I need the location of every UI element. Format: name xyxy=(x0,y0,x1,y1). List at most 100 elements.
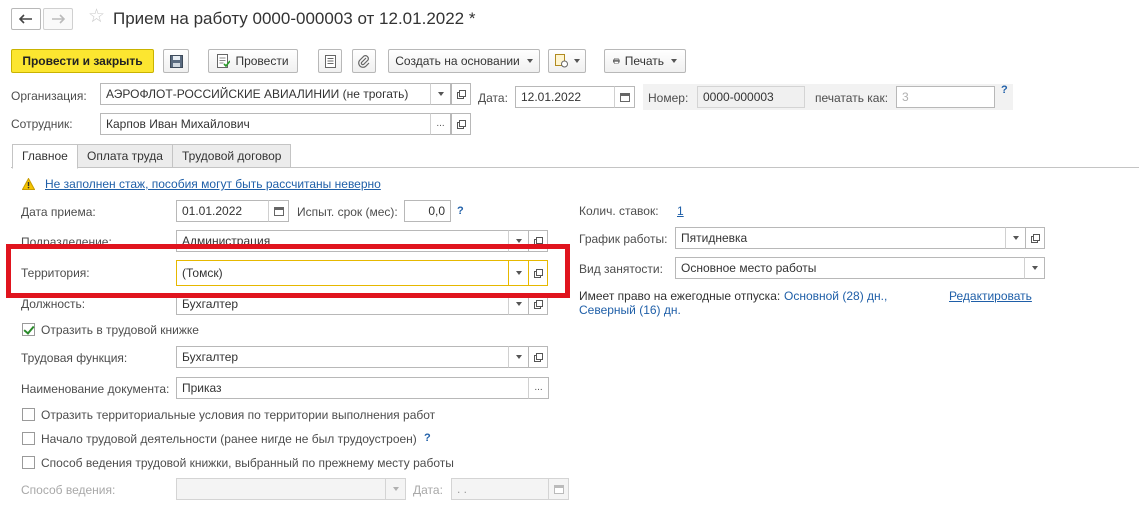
warning-icon xyxy=(22,178,35,190)
position-label: Должность: xyxy=(21,297,86,311)
arrow-left-icon xyxy=(19,14,32,24)
favorite-star-icon[interactable]: ☆ xyxy=(88,6,105,28)
chevron-down-icon xyxy=(1012,236,1019,240)
post-document-icon xyxy=(217,54,231,68)
method-date-label: Дата: xyxy=(413,483,443,497)
calendar-icon xyxy=(619,93,630,102)
number-field[interactable]: 0000-000003 xyxy=(697,86,805,108)
vacation-rights-line-2: Северный (16) дн. xyxy=(579,303,681,317)
employee-field[interactable]: Карпов Иван Михайлович xyxy=(100,113,431,135)
vacation-rights-prefix: Имеет право на ежегодные отпуска: xyxy=(579,289,781,303)
book-method-label: Способ ведения трудовой книжки, выбранны… xyxy=(41,456,454,470)
labor-function-dropdown-button[interactable] xyxy=(508,346,529,368)
create-based-on-button[interactable]: Создать на основании xyxy=(388,49,540,73)
hire-date-field[interactable]: 01.01.2022 xyxy=(176,200,269,222)
employee-select-button[interactable]: ... xyxy=(430,113,451,135)
save-button[interactable] xyxy=(163,49,189,73)
chevron-down-icon xyxy=(515,302,522,306)
back-button[interactable] xyxy=(11,8,41,30)
territorial-conditions-checkbox[interactable] xyxy=(22,408,35,421)
organization-field[interactable]: АЭРОФЛОТ-РОССИЙСКИЕ АВИАЛИНИИ (не трогат… xyxy=(100,83,431,105)
post-button-label: Провести xyxy=(235,54,289,68)
employment-type-field[interactable]: Основное место работы xyxy=(675,257,1025,279)
record-in-work-book-label: Отразить в трудовой книжке xyxy=(41,323,199,337)
documents-gear-icon xyxy=(554,54,568,68)
list-icon xyxy=(324,54,336,68)
print-button-label: Печать xyxy=(624,54,664,68)
probation-label: Испыт. срок (мес): xyxy=(297,205,398,219)
hire-date-calendar-button[interactable] xyxy=(268,200,289,222)
print-as-label: печатать как: xyxy=(815,91,889,105)
paperclip-icon xyxy=(358,54,370,68)
post-and-close-button[interactable]: Провести и закрыть xyxy=(11,49,154,73)
vacation-rights-line-1: Основной (28) дн., xyxy=(784,289,888,303)
employment-type-label: Вид занятости: xyxy=(579,262,663,276)
floppy-disk-icon xyxy=(169,54,183,68)
open-window-icon xyxy=(456,89,466,99)
method-date-calendar-button[interactable] xyxy=(548,478,569,500)
forward-button[interactable] xyxy=(43,8,73,30)
organization-label: Организация: xyxy=(11,89,87,103)
help-icon[interactable]: ? xyxy=(1001,84,1008,96)
tab-pay[interactable]: Оплата труда xyxy=(77,144,173,168)
chevron-down-icon xyxy=(437,92,444,96)
help-icon[interactable]: ? xyxy=(457,205,464,217)
ellipsis-icon: ... xyxy=(534,382,543,393)
tab-main[interactable]: Главное xyxy=(12,144,78,169)
probation-field[interactable]: 0,0 xyxy=(404,200,451,222)
highlight-box xyxy=(6,244,570,298)
arrow-right-icon xyxy=(52,14,65,24)
calendar-icon xyxy=(553,485,564,494)
book-method-checkbox[interactable] xyxy=(22,456,35,469)
chevron-down-icon xyxy=(515,239,522,243)
document-name-field[interactable]: Приказ xyxy=(176,377,529,399)
schedule-open-button[interactable] xyxy=(1025,227,1045,249)
create-based-on-label: Создать на основании xyxy=(395,54,520,68)
date-field[interactable]: 12.01.2022 xyxy=(515,86,615,108)
date-calendar-button[interactable] xyxy=(614,86,635,108)
chevron-down-icon xyxy=(573,59,580,63)
chevron-down-icon xyxy=(1031,266,1038,270)
edit-vacations-link[interactable]: Редактировать xyxy=(949,289,1032,303)
schedule-label: График работы: xyxy=(579,232,668,246)
related-documents-button[interactable] xyxy=(548,49,586,73)
print-button[interactable]: Печать xyxy=(604,49,686,73)
record-in-work-book-checkbox[interactable] xyxy=(22,323,35,336)
schedule-field[interactable]: Пятидневка xyxy=(675,227,1006,249)
schedule-dropdown-button[interactable] xyxy=(1005,227,1026,249)
method-date-field[interactable]: . . xyxy=(451,478,549,500)
open-window-icon xyxy=(456,119,466,129)
labor-function-open-button[interactable] xyxy=(528,346,548,368)
labor-function-label: Трудовая функция: xyxy=(21,351,128,365)
hire-date-label: Дата приема: xyxy=(21,205,96,219)
calendar-icon xyxy=(273,207,284,216)
rates-link[interactable]: 1 xyxy=(677,204,684,218)
territorial-conditions-label: Отразить территориальные условия по терр… xyxy=(41,408,436,422)
method-dropdown-button[interactable] xyxy=(385,478,406,500)
employment-type-dropdown-button[interactable] xyxy=(1024,257,1045,279)
window-title: Прием на работу 0000-000003 от 12.01.202… xyxy=(113,9,476,28)
organization-open-button[interactable] xyxy=(451,83,471,105)
attach-button[interactable] xyxy=(352,49,376,73)
journal-button[interactable] xyxy=(318,49,342,73)
method-label: Способ ведения: xyxy=(21,483,116,497)
ellipsis-icon: ... xyxy=(436,118,445,129)
help-icon[interactable]: ? xyxy=(424,432,431,444)
warning-link[interactable]: Не заполнен стаж, пособия могут быть рас… xyxy=(45,177,381,191)
document-name-select-button[interactable]: ... xyxy=(528,377,549,399)
open-window-icon xyxy=(533,299,543,309)
printer-icon xyxy=(613,58,620,64)
tab-labor-contract[interactable]: Трудовой договор xyxy=(172,144,292,168)
organization-dropdown-button[interactable] xyxy=(430,83,451,105)
method-field[interactable] xyxy=(176,478,386,500)
labor-function-field[interactable]: Бухгалтер xyxy=(176,346,509,368)
employee-open-button[interactable] xyxy=(451,113,471,135)
post-button[interactable]: Провести xyxy=(208,49,298,73)
print-as-field[interactable]: 3 xyxy=(896,86,995,108)
rates-label: Колич. ставок: xyxy=(579,204,659,218)
date-label: Дата: xyxy=(478,91,508,105)
open-window-icon xyxy=(1030,233,1040,243)
first-job-checkbox[interactable] xyxy=(22,432,35,445)
chevron-down-icon xyxy=(515,355,522,359)
chevron-down-icon xyxy=(671,59,677,63)
